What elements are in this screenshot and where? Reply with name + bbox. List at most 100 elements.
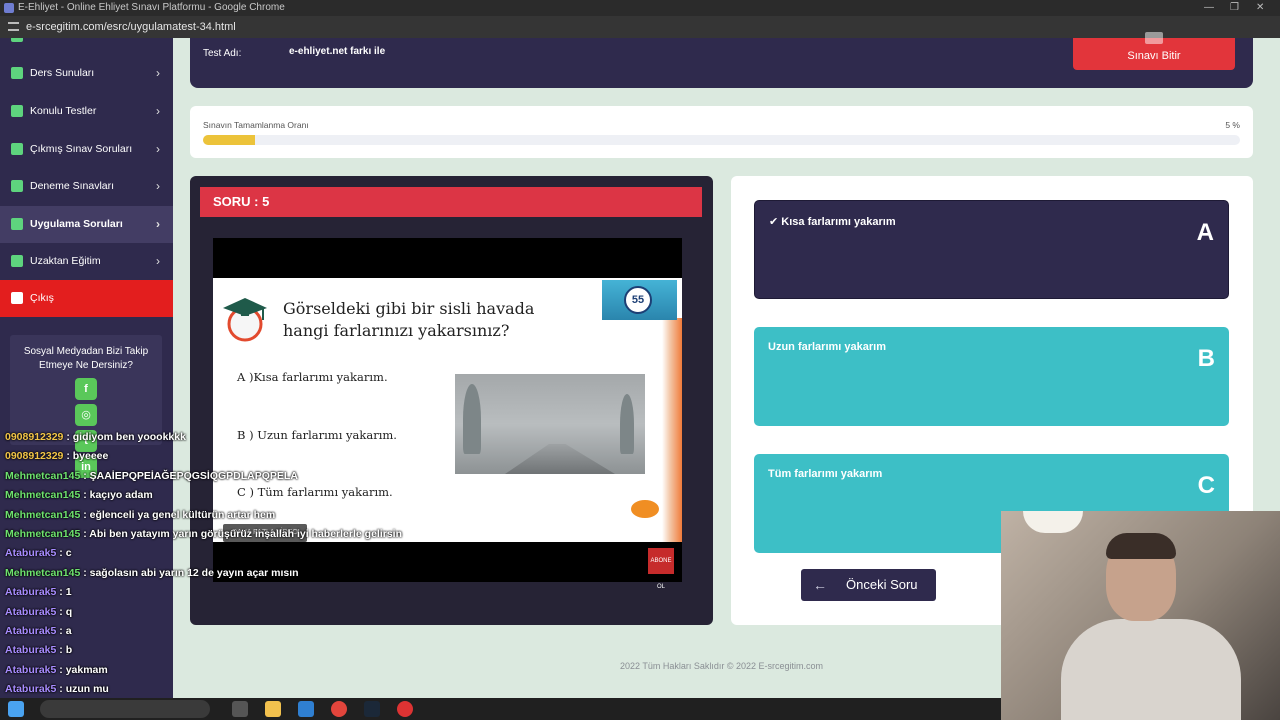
answer-text: Uzun farlarımı yakarım: [768, 341, 886, 353]
obs-icon[interactable]: [397, 701, 413, 717]
close-icon: [1145, 32, 1163, 44]
answer-letter: C: [1197, 472, 1215, 499]
sidebar-item-ders-sunulari[interactable]: Ders Sunuları ›: [0, 55, 173, 92]
sidebar-item-konulu-testler[interactable]: Konulu Testler ›: [0, 93, 173, 130]
slide-option-b: B ) Uzun farlarımı yakarım.: [237, 428, 397, 442]
file-explorer-icon[interactable]: [265, 701, 281, 717]
chrome-app-icon: [4, 3, 14, 13]
taskbar-search[interactable]: [40, 700, 210, 718]
chat-username: Ataburak5: [5, 547, 57, 560]
person-body: [1061, 619, 1241, 720]
monitor-icon: [11, 255, 23, 267]
outlook-icon[interactable]: [298, 701, 314, 717]
school-logo-icon: [223, 298, 267, 342]
chat-username: Mehmetcan145: [5, 508, 81, 521]
social-title: Sosyal Medyadan Bizi Takip Etmeye Ne Der…: [23, 346, 149, 371]
slide-option-c: C ) Tüm farlarımı yakarım.: [237, 485, 393, 499]
address-bar[interactable]: e-srcegitim.com/esrc/uygulamatest-34.htm…: [0, 16, 1280, 38]
chat-message: Ataburak5 : 1: [5, 586, 72, 598]
previous-question-label: Önceki Soru: [846, 577, 918, 592]
chat-username: Ataburak5: [5, 683, 57, 696]
chat-username: Ataburak5: [5, 625, 57, 637]
restore-icon[interactable]: ❐: [1230, 0, 1239, 16]
sidebar-item-cikis[interactable]: Çıkış: [0, 280, 173, 317]
chat-username: Ataburak5: [5, 644, 57, 657]
chat-message: Mehmetcan145 : Abi ben yatayım yarın gör…: [5, 528, 402, 540]
chat-text: : ŞAAİEPQPEİAĞEPQGSİQGPDLAPQPELA: [80, 469, 298, 482]
slide-accent: [662, 318, 682, 542]
chevron-right-icon: ›: [156, 66, 160, 80]
close-icon[interactable]: ✕: [1256, 0, 1264, 16]
progress-track: [203, 135, 1240, 145]
sidebar-item-cikmis-sorular[interactable]: Çıkmış Sınav Soruları ›: [0, 131, 173, 168]
previous-question-button[interactable]: ← Önceki Soru: [801, 569, 936, 601]
minimize-icon[interactable]: —: [1204, 0, 1214, 16]
url-text: e-srcegitim.com/esrc/uygulamatest-34.htm…: [26, 21, 236, 33]
chat-text: : q: [56, 605, 73, 618]
sidebar: Ders Sunuları › Konulu Testler › Çıkmış …: [0, 38, 173, 698]
chevron-right-icon: ›: [156, 179, 160, 193]
facebook-icon[interactable]: f: [75, 378, 97, 400]
chrome-icon[interactable]: [331, 701, 347, 717]
chat-message: 0908912329 : gidiyom ben yoookkkk: [5, 431, 186, 443]
taskbar: [0, 698, 1001, 720]
arrow-left-icon: ←: [813, 577, 827, 593]
chat-username: 0908912329: [5, 431, 64, 443]
subscribe-icon[interactable]: ABONE OL: [648, 548, 674, 590]
sidebar-item-uzaktan-egitim[interactable]: Uzaktan Eğitim ›: [0, 243, 173, 280]
chat-username: Mehmetcan145: [5, 566, 81, 579]
task-view-icon[interactable]: [232, 701, 248, 717]
list-icon: [11, 105, 23, 117]
sidebar-item-label: Uzaktan Eğitim: [30, 255, 101, 267]
chat-username: Mehmetcan145: [5, 528, 81, 540]
chat-username: Ataburak5: [5, 605, 57, 618]
book-icon: [11, 38, 23, 42]
site-info-icon[interactable]: [8, 22, 19, 31]
sidebar-item-deneme-sinavlari[interactable]: Deneme Sınavları ›: [0, 168, 173, 205]
document-icon: [11, 180, 23, 192]
chat-text: : c: [56, 547, 72, 560]
sidebar-item-label: Çıkış: [30, 292, 54, 304]
chevron-right-icon: ›: [156, 254, 160, 268]
chat-message: Mehmetcan145 : sağolasın abi yarın 12 de…: [5, 567, 299, 579]
answer-text: Tüm farlarımı yakarım: [768, 468, 883, 480]
chat-text: : a: [56, 625, 72, 637]
chat-text: : kaçıyo adam: [80, 489, 153, 502]
finish-exam-button[interactable]: Sınavı Bitir: [1073, 32, 1235, 70]
steam-icon[interactable]: [364, 701, 380, 717]
lamp-shape: [1023, 511, 1083, 533]
edit-icon: [11, 143, 23, 155]
chat-username: Ataburak5: [5, 663, 57, 676]
progress-label: Sınavın Tamamlanma Oranı: [203, 120, 309, 130]
road-shape: [505, 444, 615, 474]
sidebar-item-label: Konulu Testler: [30, 105, 97, 117]
progress-percent: 5 %: [1225, 120, 1240, 130]
progress-card: Sınavın Tamamlanma Oranı 5 %: [190, 106, 1253, 158]
sidebar-item-uygulama-sorulari[interactable]: Uygulama Soruları ›: [0, 206, 173, 243]
answer-letter: B: [1197, 345, 1215, 372]
sidebar-item-label: Uygulama Soruları: [30, 218, 123, 230]
chat-username: Mehmetcan145: [5, 469, 81, 482]
chat-message: Ataburak5 : yakmam: [5, 664, 108, 676]
chat-text: : b: [56, 644, 73, 657]
tree-shape: [463, 384, 481, 454]
chat-text: : gidiyom ben yoookkkk: [63, 431, 186, 443]
foggy-road-image: [455, 374, 645, 474]
finish-exam-label: Sınavı Bitir: [1127, 50, 1181, 62]
chat-text: : yakmam: [56, 663, 108, 676]
sidebar-item-label: Deneme Sınavları: [30, 180, 115, 192]
sidebar-item-ders-notlari[interactable]: [0, 38, 173, 55]
answer-option-b[interactable]: Uzun farlarımı yakarım B: [754, 327, 1229, 426]
slide-question-text: Görseldeki gibi bir sisli havada hangi f…: [283, 299, 535, 340]
test-name-label: Test Adı:: [203, 48, 242, 59]
windows-start-icon[interactable]: [8, 701, 24, 717]
instagram-icon[interactable]: ◎: [75, 404, 97, 426]
slide-option-a: A )Kısa farlarımı yakarım.: [237, 370, 388, 384]
logout-icon: [11, 292, 23, 304]
chevron-right-icon: ›: [156, 142, 160, 156]
chat-message: Ataburak5 : a: [5, 625, 72, 637]
orange-marker: [631, 500, 659, 518]
answer-option-a[interactable]: ✔ Kısa farlarımı yakarım A: [754, 200, 1229, 299]
chat-text: : Abi ben yatayım yarın görüşürüz inşall…: [80, 528, 403, 540]
question-card: SORU : 5 Görseldeki gibi bir sisli havad…: [190, 176, 713, 625]
